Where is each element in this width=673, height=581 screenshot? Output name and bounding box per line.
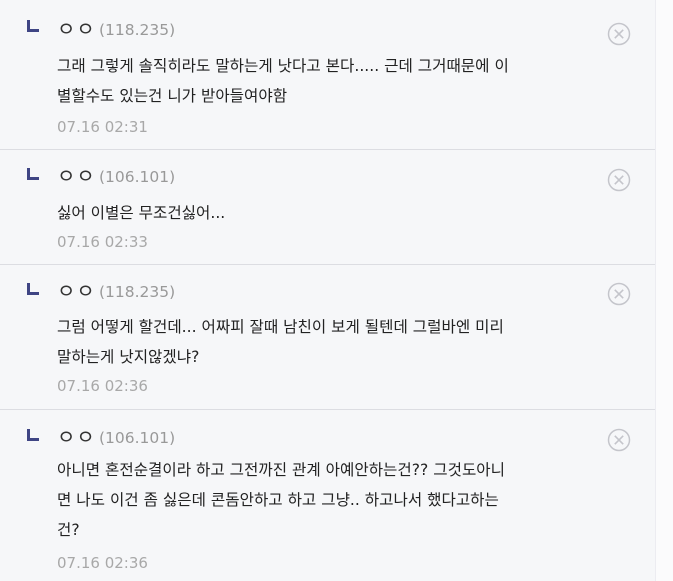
comment-date: 07.16 02:36 bbox=[57, 377, 148, 395]
page-right-margin bbox=[655, 0, 673, 581]
comment-ip: (106.101) bbox=[99, 429, 176, 447]
comment-nickname[interactable]: ㅇㅇ bbox=[57, 425, 96, 449]
reply-arrow-icon bbox=[27, 168, 39, 180]
comment-date: 07.16 02:31 bbox=[57, 118, 148, 136]
comment-ip: (106.101) bbox=[99, 168, 176, 186]
delete-comment-button[interactable] bbox=[607, 428, 631, 452]
comment-nickname[interactable]: ㅇㅇ bbox=[57, 279, 96, 303]
comment-date: 07.16 02:33 bbox=[57, 233, 148, 251]
reply-arrow-icon bbox=[27, 20, 39, 32]
reply-comment: ㅇㅇ (106.101) 아니면 혼전순결이라 하고 그전까진 관계 아예안하는… bbox=[0, 410, 655, 581]
reply-arrow-icon bbox=[27, 283, 39, 295]
reply-comment: ㅇㅇ (118.235) 그럼 어떻게 할건데... 어짜피 잘때 남친이 보게… bbox=[0, 265, 655, 410]
delete-comment-button[interactable] bbox=[607, 22, 631, 46]
comment-text: 아니면 혼전순결이라 하고 그전까진 관계 아예안하는건?? 그것도아니 면 나… bbox=[57, 461, 505, 539]
comment-ip: (118.235) bbox=[99, 21, 176, 39]
reply-comment: ㅇㅇ (118.235) 그래 그렇게 솔직히라도 말하는게 낫다고 본다...… bbox=[0, 0, 655, 150]
close-circle-icon bbox=[607, 282, 631, 306]
comment-text: 싫어 이별은 무조건싫어... bbox=[57, 204, 226, 222]
comment-nickname[interactable]: ㅇㅇ bbox=[57, 164, 96, 188]
comment-nickname[interactable]: ㅇㅇ bbox=[57, 17, 96, 41]
comment-date: 07.16 02:36 bbox=[57, 554, 148, 572]
comment-text: 그래 그렇게 솔직히라도 말하는게 낫다고 본다..... 근데 그거때문에 이… bbox=[57, 57, 509, 105]
comment-ip: (118.235) bbox=[99, 283, 176, 301]
close-circle-icon bbox=[607, 168, 631, 192]
reply-arrow-icon bbox=[27, 429, 39, 441]
delete-comment-button[interactable] bbox=[607, 282, 631, 306]
close-circle-icon bbox=[607, 22, 631, 46]
comment-page: ㅇㅇ (118.235) 그래 그렇게 솔직히라도 말하는게 낫다고 본다...… bbox=[0, 0, 673, 581]
reply-comment: ㅇㅇ (106.101) 싫어 이별은 무조건싫어... 07.16 02:33 bbox=[0, 150, 655, 265]
comment-text: 그럼 어떻게 할건데... 어짜피 잘때 남친이 보게 될텐데 그럴바엔 미리 … bbox=[57, 318, 504, 366]
close-circle-icon bbox=[607, 428, 631, 452]
delete-comment-button[interactable] bbox=[607, 168, 631, 192]
